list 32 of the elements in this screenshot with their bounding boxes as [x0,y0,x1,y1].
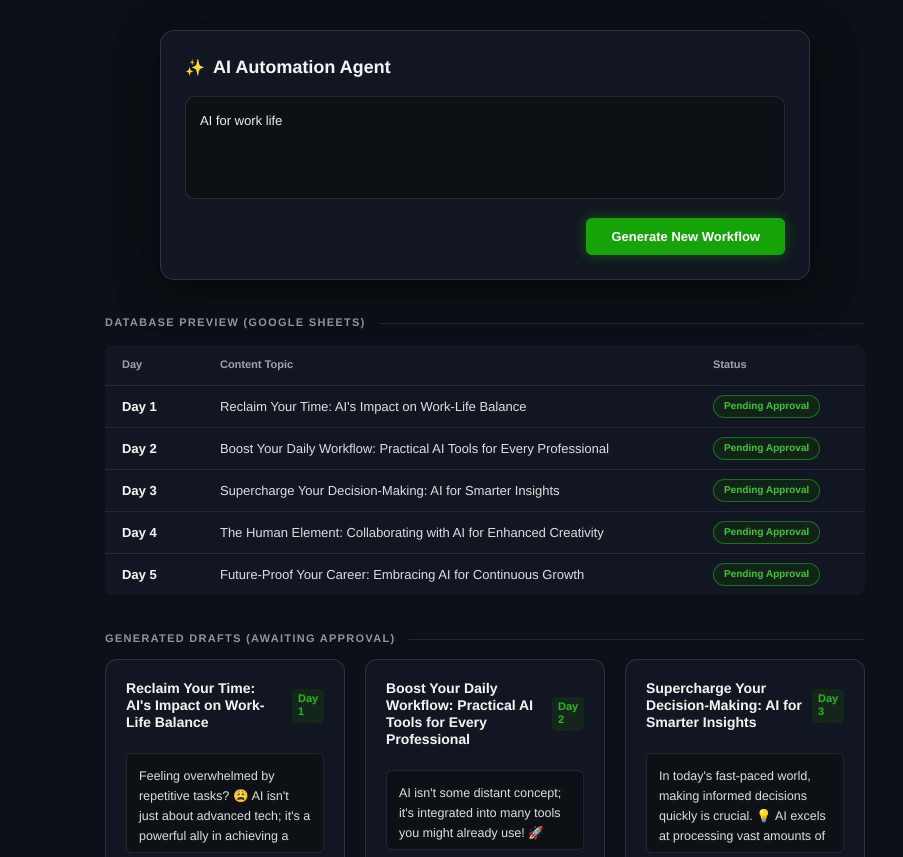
status-badge: Pending Approval [713,437,820,460]
agent-title: AI Automation Agent [213,57,391,78]
draft-body: Feeling overwhelmed by repetitive tasks? 😩 AI isn't just about advanced tech; it's a powerful ally in achieving a [126,753,324,853]
day-cell-text: Day 2 [121,441,158,456]
draft-body: AI isn't some distant concept; it's integrated into many tools you might already use! 🚀 [386,770,584,850]
day-cell-text: Day 3 [121,483,158,498]
topic-cell-text: Future-Proof Your Career: Embracing AI for Continuous Growth [220,567,586,582]
draft-title: Supercharge Your Decision-Making: AI for Smarter Insights [646,680,802,731]
status-badge: Pending Approval [713,479,820,502]
day-cell-text: Day 5 [121,567,158,582]
topic-cell-text: Boost Your Daily Workflow: Practical AI Tools for Every Professional [220,441,610,456]
topic-cell-text: Reclaim Your Time: AI's Impact on Work-Life Balance [220,399,528,414]
column-header: Content Topic [220,359,294,371]
draft-body: In today's fast-paced world, making informed decisions quickly is crucial. 💡 AI excels at processing vast amounts of [646,753,844,853]
topic-cell-text: Supercharge Your Decision-Making: AI for Smarter Insights [220,483,561,498]
draft-title: Reclaim Your Time: AI's Impact on Work-Life Balance [126,680,266,731]
section-heading: DATABASE PREVIEW (GOOGLE SHEETS) [105,317,366,329]
day-cell-text: Day 1 [121,399,158,414]
column-header: Day [121,359,144,371]
sparkle-icon: ✨ [185,58,205,78]
day-cell-text: Day 4 [121,525,158,540]
section-heading: GENERATED DRAFTS (AWAITING APPROVAL) [105,633,396,645]
status-badge: Pending Approval [713,563,820,586]
prompt-field[interactable]: AI for work life [185,96,785,199]
topic-cell-text: The Human Element: Collaborating with AI for Enhanced Creativity [220,525,605,540]
draft-title: Boost Your Daily Workflow: Practical AI Tools for Every Professional [386,680,534,748]
day-badge: Day 2 [552,697,584,731]
day-badge: Day 1 [292,688,324,722]
status-badge: Pending Approval [713,521,820,544]
day-badge: Day 3 [812,688,844,722]
status-badge: Pending Approval [713,395,820,418]
column-header: Status [713,359,748,371]
